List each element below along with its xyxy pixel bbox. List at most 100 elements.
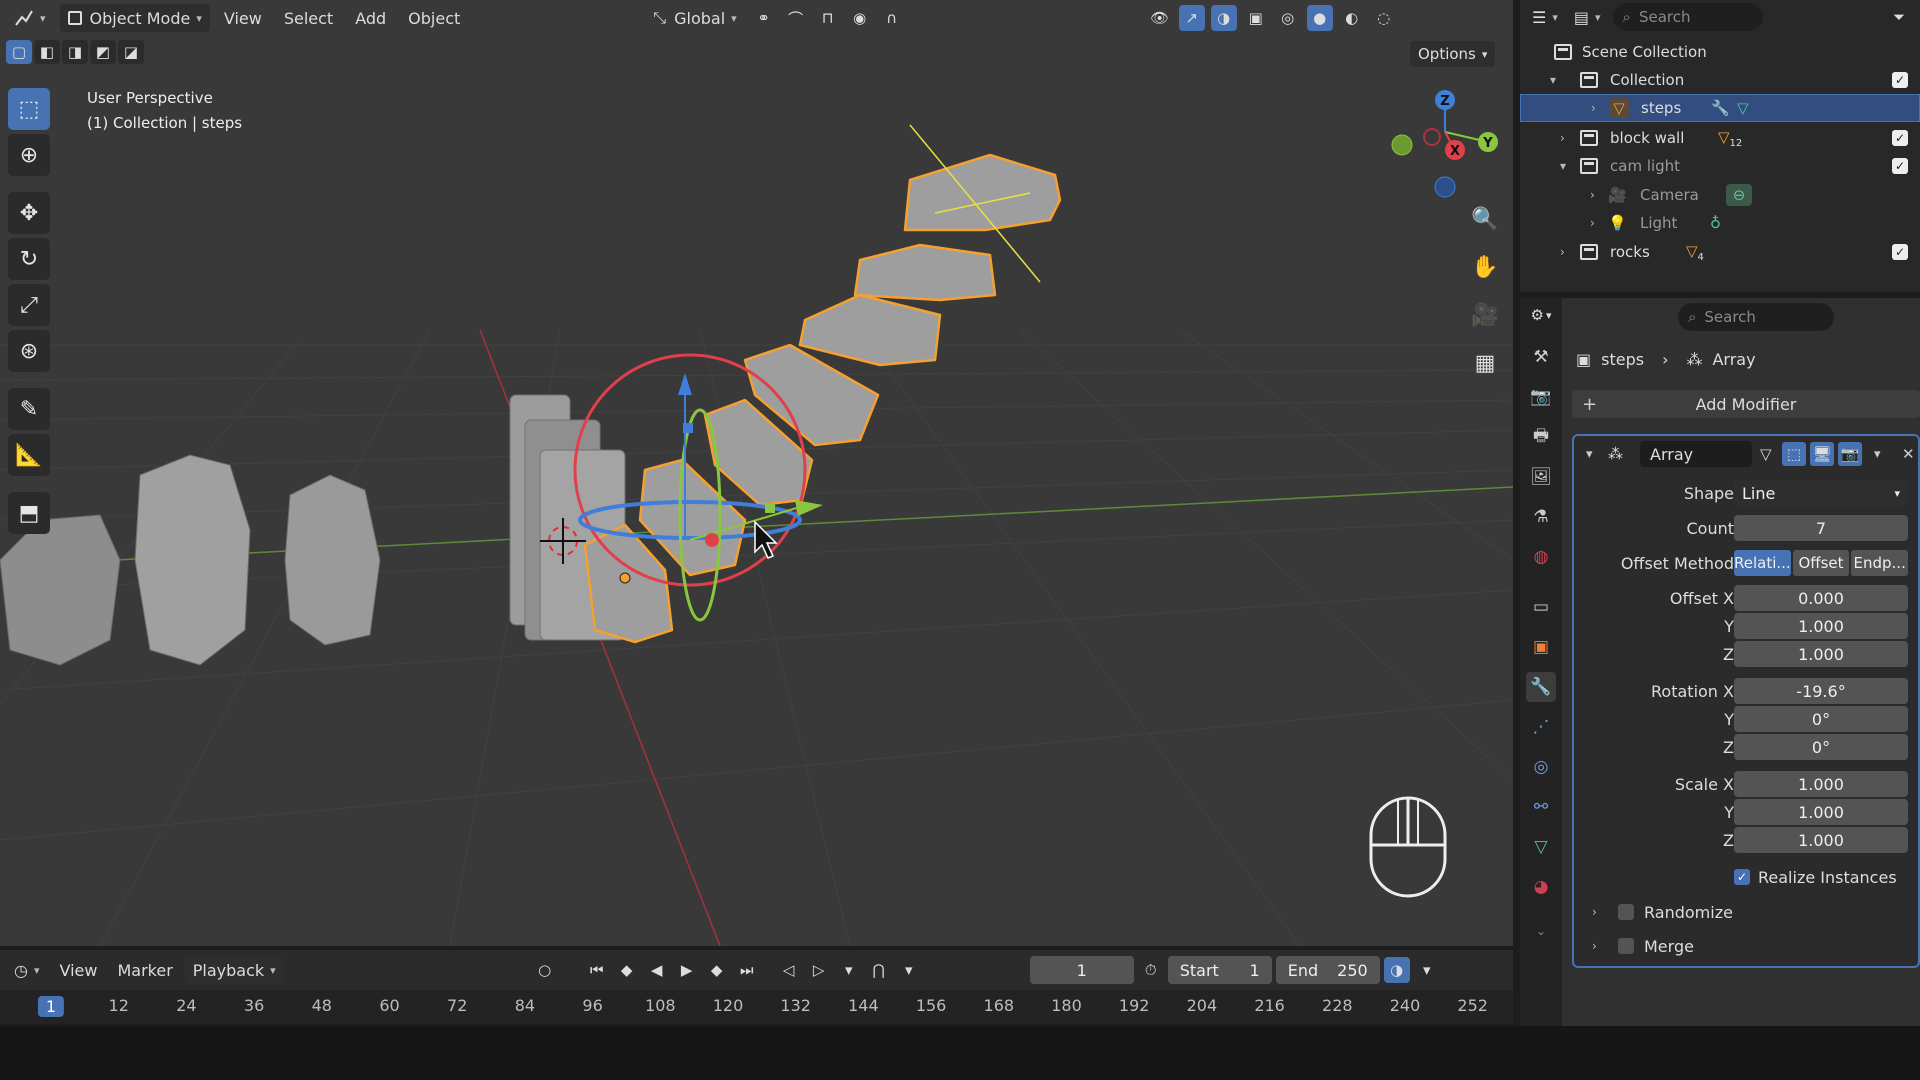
proportional-edit-icon[interactable]: ◉ xyxy=(847,5,873,31)
mode-select[interactable]: Object Mode ▾ xyxy=(59,4,210,32)
scale-x-field[interactable]: 1.000 xyxy=(1734,771,1908,797)
material-shading-icon[interactable]: ◐ xyxy=(1339,5,1365,31)
expand-chevron-icon[interactable]: › xyxy=(1591,101,1596,115)
randomize-subpanel[interactable]: › Randomize xyxy=(1574,898,1918,926)
merge-subpanel[interactable]: › Merge xyxy=(1574,932,1918,960)
annotate-tool-icon[interactable]: ✎ xyxy=(8,388,50,430)
offset-z-field[interactable]: 1.000 xyxy=(1734,641,1908,667)
realize-instances-row[interactable]: ✓ Realize Instances xyxy=(1574,864,1918,890)
outliner-row-steps[interactable]: › ▽ steps 🔧 ▽ xyxy=(1520,94,1920,122)
current-frame-field[interactable]: 1 xyxy=(1029,956,1134,984)
jump-keyframe-back-icon[interactable]: ◆ xyxy=(614,956,640,984)
camera-view-icon[interactable]: 🎥 xyxy=(1466,296,1504,334)
keyframe-menu-icon[interactable]: ▾ xyxy=(836,956,862,984)
output-tab-icon[interactable]: 🖶 xyxy=(1526,422,1556,452)
collapse-chevron-icon[interactable]: ▾ xyxy=(1550,73,1556,87)
3d-viewport[interactable]: ▾ Object Mode ▾ View Select Add Object ⤡ … xyxy=(0,0,1513,946)
navigation-gizmo[interactable]: Z Y X xyxy=(1380,82,1510,212)
outliner-row-block-wall[interactable]: › block wall ▽12 ✓ xyxy=(1520,124,1920,152)
jump-start-icon[interactable]: ⏮ xyxy=(584,956,610,984)
object-tab-icon[interactable]: ▣ xyxy=(1526,632,1556,662)
sync-menu-icon[interactable]: ▾ xyxy=(1414,956,1440,984)
mesh-data-icon[interactable]: ▽ xyxy=(1737,99,1749,117)
menu-object[interactable]: Object xyxy=(400,4,468,32)
transform-orientation-select[interactable]: ⤡ Global ▾ xyxy=(645,4,744,32)
play-icon[interactable]: ▶ xyxy=(674,956,700,984)
expand-chevron-icon[interactable]: › xyxy=(1590,216,1595,230)
count-field[interactable]: 7 xyxy=(1734,515,1908,541)
grid-ortho-icon[interactable]: ▦ xyxy=(1466,344,1504,382)
jump-end-icon[interactable]: ⏭ xyxy=(734,956,760,984)
overlay-toggle-icon[interactable]: ◑ xyxy=(1210,5,1237,31)
outliner-row-light[interactable]: › 💡 Light ♁ xyxy=(1520,209,1920,237)
auto-key-menu-icon[interactable]: ▾ xyxy=(896,956,922,984)
scene-tab-icon[interactable]: ⚗ xyxy=(1526,502,1556,532)
rotation-x-field[interactable]: -19.6° xyxy=(1734,678,1908,704)
light-data-icon[interactable]: ♁ xyxy=(1710,214,1721,232)
playback-sync-icon[interactable]: ◑ xyxy=(1383,957,1410,983)
snap-toggle-icon[interactable]: ⌒ xyxy=(783,5,809,31)
menu-add[interactable]: Add xyxy=(347,4,394,32)
randomize-checkbox[interactable] xyxy=(1618,904,1634,920)
move-tool-icon[interactable]: ✥ xyxy=(8,192,50,234)
transform-tool-icon[interactable]: ⊛ xyxy=(8,330,50,372)
collapse-chevron-icon[interactable]: ▾ xyxy=(1586,447,1593,462)
play-reverse-icon[interactable]: ◀ xyxy=(644,956,670,984)
outliner-row-camera[interactable]: › 🎥 Camera ⊖ xyxy=(1520,181,1920,209)
outliner-row-collection[interactable]: ▾ Collection ✓ xyxy=(1520,66,1920,94)
zoom-icon[interactable]: 🔍 xyxy=(1466,200,1504,238)
falloff-icon[interactable]: ∩ xyxy=(879,5,905,31)
view-layer-tab-icon[interactable]: 🖼 xyxy=(1526,462,1556,492)
keying-record-icon[interactable]: ○ xyxy=(532,956,558,984)
offset-method-constant[interactable]: Offset xyxy=(1792,550,1850,576)
camera-data-icon[interactable]: ⊖ xyxy=(1726,184,1752,206)
select-intersect-icon[interactable]: ◪ xyxy=(118,40,144,64)
auto-key-icon[interactable]: ⋂ xyxy=(866,956,892,984)
constraints-tab-icon[interactable]: ⚯ xyxy=(1526,792,1556,822)
on-cage-toggle-icon[interactable]: ⬚ xyxy=(1782,442,1806,466)
offset-method-endpoints[interactable]: Endp... xyxy=(1851,550,1909,576)
world-tab-icon[interactable]: ◍ xyxy=(1526,542,1556,572)
pan-hand-icon[interactable]: ✋ xyxy=(1466,248,1504,286)
scale-z-field[interactable]: 1.000 xyxy=(1734,827,1908,853)
frame-ruler[interactable]: 1 12 24 36 48 60 72 84 96 108 120 132 144 156 168 180 19… xyxy=(0,990,1513,1024)
rotation-y-field[interactable]: 0° xyxy=(1734,706,1908,732)
stopwatch-icon[interactable]: ⏱ xyxy=(1138,956,1164,984)
exclude-checkbox[interactable]: ✓ xyxy=(1892,130,1908,146)
outliner-row-cam-light[interactable]: ▾ cam light ✓ xyxy=(1520,152,1920,180)
edit-mode-toggle-icon[interactable]: ▽ xyxy=(1760,445,1772,463)
editor-type-button[interactable]: ▾ xyxy=(6,4,54,32)
outliner-row-rocks[interactable]: › rocks ▽4 ✓ xyxy=(1520,238,1920,266)
render-toggle-icon[interactable]: 📷 xyxy=(1838,442,1862,466)
close-icon[interactable]: ✕ xyxy=(1902,445,1915,463)
select-subtract-icon[interactable]: ◨ xyxy=(62,40,88,64)
outliner-editor-type-button[interactable]: ☰ ▾ xyxy=(1528,3,1562,31)
xray-icon[interactable]: ▣ xyxy=(1243,5,1269,31)
offset-y-field[interactable]: 1.000 xyxy=(1734,613,1908,639)
shape-select[interactable]: Line ▾ xyxy=(1734,480,1908,506)
tool-tab-icon[interactable]: ⚒ xyxy=(1526,342,1556,372)
select-box-tool-icon[interactable]: ⬚ xyxy=(8,88,50,130)
outliner-search-input[interactable]: ⌕ Search xyxy=(1612,3,1763,31)
rotate-tool-icon[interactable]: ↻ xyxy=(8,238,50,280)
add-cube-tool-icon[interactable]: ⬒ xyxy=(8,492,50,534)
timeline-menu-playback[interactable]: Playback ▾ xyxy=(184,956,284,984)
rendered-shading-icon[interactable]: ◌ xyxy=(1371,5,1397,31)
measure-tool-icon[interactable]: 📐 xyxy=(8,434,50,476)
exclude-checkbox[interactable]: ✓ xyxy=(1892,158,1908,174)
options-dropdown[interactable]: Options ▾ xyxy=(1410,41,1496,67)
visibility-icon[interactable]: 👁 xyxy=(1147,5,1173,31)
modifier-tab-icon[interactable]: 🔧 xyxy=(1526,672,1556,702)
properties-search-input[interactable]: ⌕ Search xyxy=(1678,303,1834,331)
modifier-name-field[interactable]: Array xyxy=(1640,441,1752,467)
scale-y-field[interactable]: 1.000 xyxy=(1734,799,1908,825)
exclude-checkbox[interactable]: ✓ xyxy=(1892,244,1908,260)
rotation-z-field[interactable]: 0° xyxy=(1734,734,1908,760)
gizmo-toggle-icon[interactable]: ↗ xyxy=(1178,5,1205,31)
wireframe-shading-icon[interactable]: ◎ xyxy=(1275,5,1301,31)
timeline-editor-type-button[interactable]: ◷ ▾ xyxy=(6,956,48,984)
collection-tab-icon[interactable]: ▭ xyxy=(1526,592,1556,622)
snap-target-icon[interactable]: ⊓ xyxy=(815,5,841,31)
modifier-menu-icon[interactable]: ▾ xyxy=(1874,447,1881,462)
add-modifier-button[interactable]: + Add Modifier xyxy=(1572,390,1920,418)
